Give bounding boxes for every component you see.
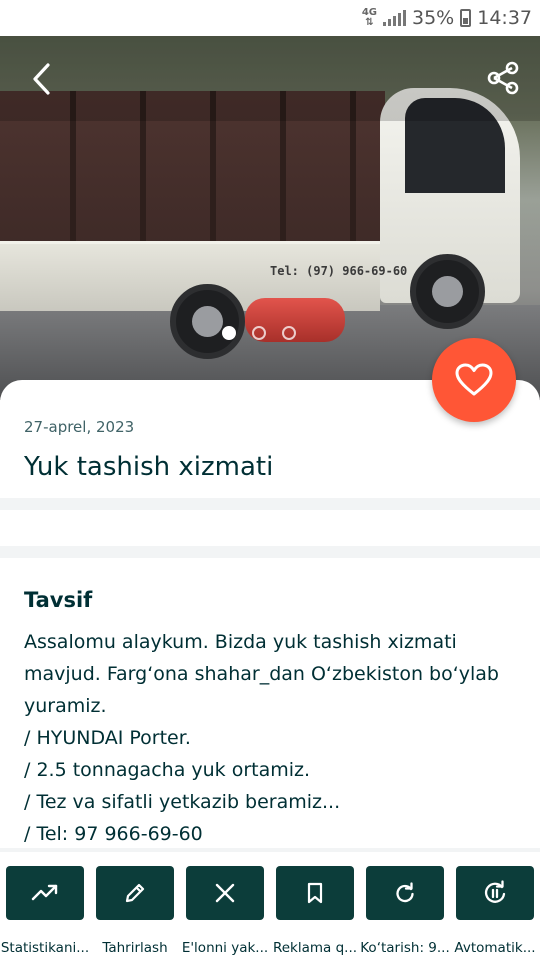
clock: 14:37	[477, 7, 532, 29]
bump-up-label: Ko‘tarish: 9...	[360, 940, 450, 956]
description-card: Tavsif Assalomu alaykum. Bizda yuk tashi…	[0, 558, 540, 848]
truck-phone-text: Tel: (97) 966-69-60	[270, 264, 408, 278]
truck-front-wheel	[410, 254, 485, 329]
network-indicator: 4G ⇅	[361, 7, 377, 28]
auto-renew-icon	[484, 880, 506, 903]
promote-button[interactable]	[276, 866, 354, 920]
description-line: yuramiz.	[24, 695, 107, 717]
statistics-label: Statistikani...	[0, 940, 90, 956]
ad-detail-screen: 4G ⇅ 35% 14:37 Tel: (97) 966-69-60 27-ap…	[0, 0, 540, 960]
truck-rear-wheel	[170, 284, 245, 359]
promote-label: Reklama q...	[272, 940, 358, 956]
photo-top-shade	[0, 36, 540, 121]
gallery-dot-1[interactable]	[222, 326, 236, 340]
share-icon	[487, 61, 519, 95]
close-icon	[215, 883, 235, 903]
description-line: / 2.5 tonnagacha yuk ortamiz.	[24, 759, 311, 781]
deactivate-ad-label: E'lonni yak...	[181, 940, 269, 956]
description-line: / HYUNDAI Porter.	[24, 727, 191, 749]
signal-icon	[383, 10, 406, 26]
statistics-button[interactable]	[6, 866, 84, 920]
gallery-pagination	[222, 326, 296, 340]
description-line: / Tel: 97 966-69-60	[24, 823, 203, 845]
ad-date: 27-aprel, 2023	[24, 418, 135, 436]
description-line: Assalomu alaykum. Bizda yuk tashish xizm…	[24, 631, 457, 653]
bump-up-button[interactable]	[366, 866, 444, 920]
auto-renew-label: Avtomatik...	[454, 940, 536, 956]
ad-title: Yuk tashish xizmati	[24, 452, 274, 482]
share-button[interactable]	[486, 60, 520, 96]
heart-icon	[455, 363, 493, 396]
edit-button[interactable]	[96, 866, 174, 920]
battery-icon	[460, 9, 472, 27]
description-line: mavjud. Farg‘ona shahar_dan O‘zbekiston …	[24, 663, 499, 685]
bookmark-icon	[307, 882, 323, 904]
refresh-icon	[396, 882, 414, 903]
spacer-card	[0, 510, 540, 546]
status-bar: 4G ⇅ 35% 14:37	[0, 0, 540, 36]
back-button[interactable]	[28, 62, 58, 96]
gallery-dot-2[interactable]	[252, 326, 266, 340]
pencil-icon	[125, 883, 145, 903]
description-heading: Tavsif	[24, 588, 93, 612]
trending-up-icon	[31, 884, 58, 901]
chevron-left-icon	[33, 63, 50, 95]
description-text: Assalomu alaykum. Bizda yuk tashish xizm…	[24, 626, 519, 848]
auto-renew-button[interactable]	[456, 866, 534, 920]
deactivate-ad-button[interactable]	[186, 866, 264, 920]
battery-percent: 35%	[412, 7, 455, 29]
favorite-button[interactable]	[432, 338, 516, 422]
edit-label: Tahrirlash	[102, 940, 168, 956]
gallery-dot-3[interactable]	[282, 326, 296, 340]
action-bar: Statistikani... Tahrirlash E'lonni yak..…	[0, 852, 540, 960]
description-line: / Tez va sifatli yetkazib beramiz...	[24, 791, 341, 813]
